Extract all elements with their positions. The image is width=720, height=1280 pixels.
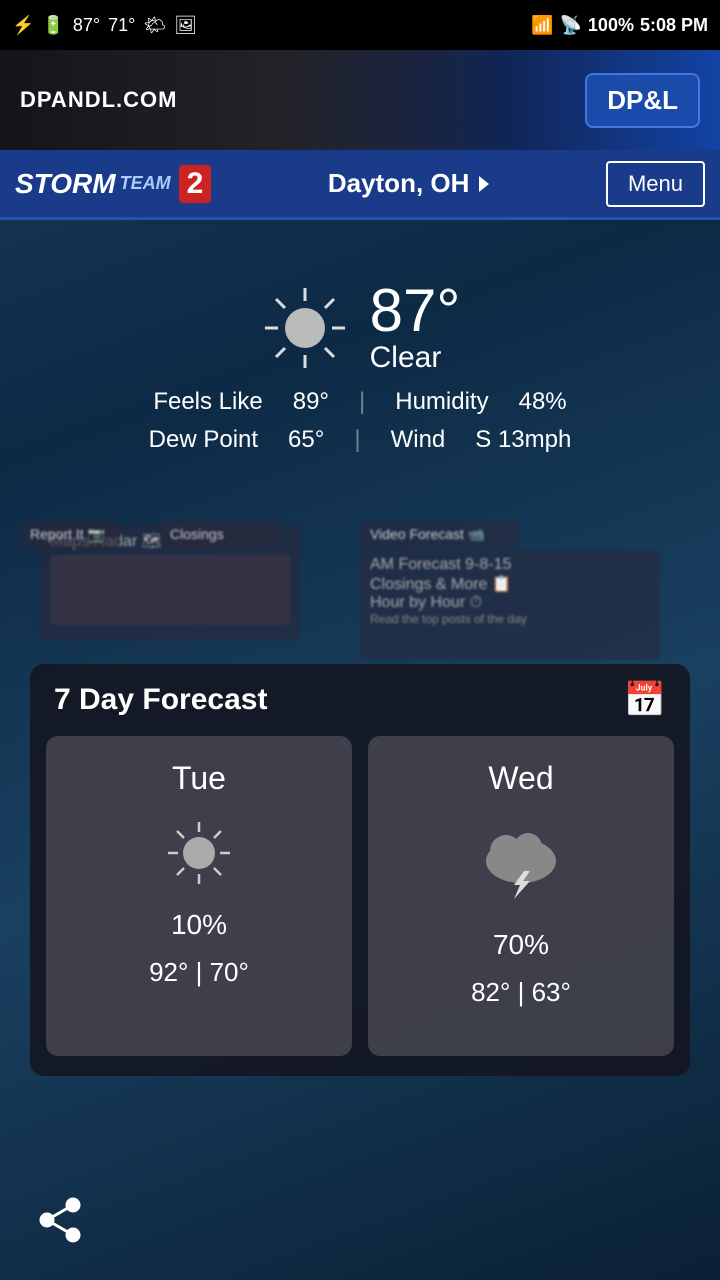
forecast-container: 7 Day Forecast 📅 Tue [0,664,720,1076]
forecast-header: 7 Day Forecast 📅 [30,664,690,736]
tue-precip: 10% [171,909,227,941]
bg-card-closings: Closings [160,520,280,548]
app-header: STORM TEAM 2 Dayton, OH Menu [0,150,720,220]
ad-logo: DP&L [585,73,700,128]
dew-point-value: 65° [288,421,324,459]
weather-details: Feels Like 89° | Humidity 48% Dew Point … [149,383,572,460]
forecast-day-wed[interactable]: Wed 70% [368,736,674,1056]
feels-like-value: 89° [293,383,329,421]
temp-low-status: 71° [108,15,135,36]
bg-card-reportit: Report It 📷 [20,520,120,549]
day-name-tue: Tue [172,760,226,797]
usb-icon: ⚡ [12,15,34,36]
logo-channel: 2 [179,165,212,203]
wed-weather-icon [476,813,566,913]
status-left: ⚡ 🔋 87° 71° 🌤 🖼 [12,15,197,36]
share-button[interactable] [30,1190,90,1250]
detail-row-2: Dew Point 65° | Wind S 13mph [149,421,572,459]
logo-area: STORM TEAM 2 [15,165,211,203]
logo-team: TEAM [120,173,171,194]
current-temperature: 87° [370,281,461,341]
location-text: Dayton, OH [328,168,470,199]
temp-status: 87° [73,15,100,36]
wed-precip: 70% [493,929,549,961]
current-condition: Clear [370,341,461,375]
battery-percent: 100% [588,15,634,36]
bg-card-hourly: AM Forecast 9-8-15 Closings & More 📋 Hou… [360,550,660,660]
menu-button[interactable]: Menu [606,161,705,207]
status-bar: ⚡ 🔋 87° 71° 🌤 🖼 📶 📡 100% 5:08 PM [0,0,720,50]
wed-storm-icon [476,823,566,903]
tue-temps: 92° | 70° [149,957,249,988]
time-display: 5:08 PM [640,15,708,36]
wind-value: S 13mph [475,421,571,459]
weather-row: 87° Clear [260,281,461,375]
ad-text: DPANDL.COM [20,87,177,113]
location-arrow-icon [479,176,489,192]
status-right: 📶 📡 100% 5:08 PM [531,15,708,36]
ad-banner[interactable]: DPANDL.COM DP&L [0,50,720,150]
forecast-days: Tue [30,736,690,1056]
humidity-label: Humidity [395,383,488,421]
bg-card-video: Video Forecast 📹 [360,520,520,549]
forecast-section: 7 Day Forecast 📅 Tue [30,664,690,1076]
location-area[interactable]: Dayton, OH [328,168,490,199]
humidity-value: 48% [519,383,567,421]
wifi-icon: 📶 [531,15,553,36]
share-icon [35,1195,85,1245]
calendar-icon: 📅 [624,680,666,720]
tue-sun-icon [164,818,234,888]
forecast-title: 7 Day Forecast [54,683,267,717]
temp-condition: 87° Clear [370,281,461,375]
wed-temps: 82° | 63° [471,977,571,1008]
logo-storm: STORM [15,168,116,200]
signal-icon: 📡 [560,15,582,36]
dew-point-label: Dew Point [149,421,258,459]
detail-row-1: Feels Like 89° | Humidity 48% [149,383,572,421]
tue-weather-icon [154,813,244,893]
feels-like-label: Feels Like [153,383,262,421]
forecast-day-tue[interactable]: Tue [46,736,352,1056]
wind-label: Wind [391,421,446,459]
current-weather: 87° Clear Feels Like 89° | Humidity 48% … [0,220,720,520]
image-icon: 🖼 [174,15,197,36]
current-sun-icon [260,283,350,373]
day-name-wed: Wed [488,760,553,797]
weather-status-icon: 🌤 [143,15,166,36]
battery-icon: 🔋 [42,15,64,36]
background-cards: Maps/Radar 🗺 Report It 📷 Closings Video … [0,520,720,660]
